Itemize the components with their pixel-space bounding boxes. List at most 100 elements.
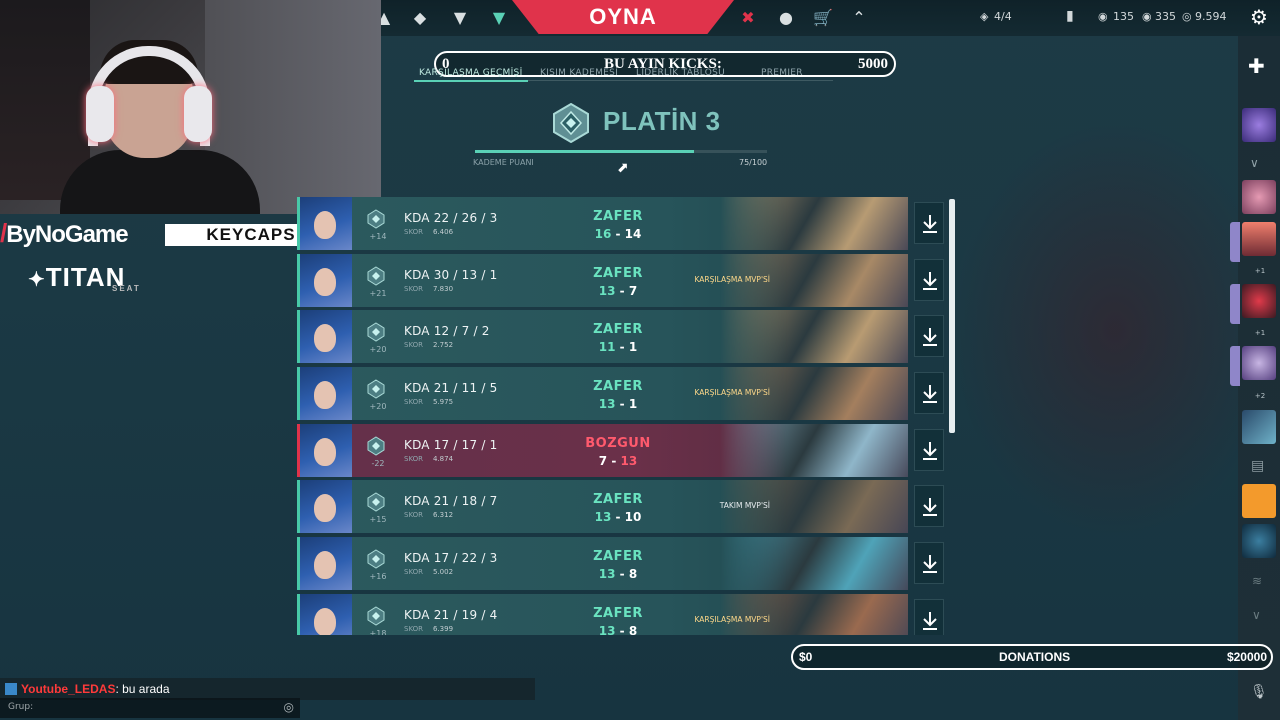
map-thumbnail	[720, 424, 908, 477]
score-label: SKOR	[404, 398, 424, 406]
score-separator: -	[615, 284, 629, 298]
round-score: 11 - 1	[568, 340, 668, 354]
match-row[interactable]: +15 KDA 21 / 18 / 7 SKOR 6.312 ZAFER 13 - 10 T…	[297, 480, 908, 533]
combat-score: 5.002	[433, 568, 454, 576]
sponsor-bynogame-text: ByNoGame	[6, 221, 128, 248]
store-cart-icon[interactable]: 🛒	[813, 8, 833, 28]
combat-score: 7.830	[433, 285, 454, 293]
mvp-badge: KARŞILAŞMA MVP'Sİ	[694, 275, 771, 284]
team-rounds: 11	[598, 340, 616, 354]
tab-leaderboard[interactable]: LİDERLİK TABLOSU	[636, 68, 725, 78]
background-glow	[950, 120, 1280, 540]
match-row[interactable]: +16 KDA 17 / 22 / 3 SKOR 5.002 ZAFER 13 - 8	[297, 537, 908, 590]
rank-rating-fill	[475, 150, 694, 153]
mvp-badge: TAKIM MVP'Sİ	[719, 501, 770, 510]
match-row[interactable]: +18 KDA 21 / 19 / 4 SKOR 6.399 ZAFER 13 - 8 KA…	[297, 594, 908, 635]
friend-avatar-5[interactable]	[1242, 346, 1276, 380]
play-button[interactable]: OYNA	[512, 4, 734, 30]
tab-act-rank[interactable]: KISIM KADEMESİ	[540, 68, 618, 78]
round-score: 13 - 7	[568, 284, 668, 298]
download-replay-button[interactable]	[914, 202, 944, 244]
enemy-rounds: 8	[628, 567, 638, 581]
match-row[interactable]: +20 KDA 12 / 7 / 2 SKOR 2.752 ZAFER 11 - 1	[297, 310, 908, 363]
career-icon[interactable]: ▼	[450, 8, 470, 28]
party-count-2: +1	[1254, 329, 1266, 337]
enemy-rounds: 1	[628, 340, 638, 354]
kingdom-credit-count: 335	[1155, 10, 1176, 23]
friend-avatar-4[interactable]	[1242, 284, 1276, 318]
rank-rating-change: -22	[371, 459, 385, 468]
chat-input[interactable]: Grup: ◎	[0, 698, 300, 718]
combat-score: 5.975	[433, 398, 454, 406]
agent-portrait	[300, 594, 352, 635]
score-label: SKOR	[404, 285, 424, 293]
score-separator: -	[615, 340, 629, 354]
premier-icon[interactable]: ●	[776, 8, 796, 28]
combat-score: 4.874	[433, 455, 454, 463]
party-size-icon: ◈	[980, 10, 989, 23]
friend-avatar-6[interactable]	[1242, 410, 1276, 444]
streamer-webcam	[0, 0, 381, 214]
friend-avatar-7[interactable]	[1242, 484, 1276, 518]
collection-icon[interactable]: ◆	[410, 8, 430, 28]
esports-icon[interactable]: ✖	[738, 8, 758, 28]
combat-score: 2.752	[433, 341, 454, 349]
match-row[interactable]: +14 KDA 22 / 26 / 3 SKOR 6.406 ZAFER 16 - 14	[297, 197, 908, 250]
download-replay-button[interactable]	[914, 372, 944, 414]
tab-match-history[interactable]: KARŞILAŞMA GEÇMİŞİ	[419, 68, 523, 78]
download-replay-button[interactable]	[914, 315, 944, 357]
friend-avatar-2[interactable]	[1242, 180, 1276, 214]
rank-rating-change: +20	[369, 345, 387, 354]
mic-icon[interactable]: 🎙	[1250, 684, 1268, 700]
kda-stat: KDA 21 / 18 / 7	[404, 494, 498, 508]
agent-portrait	[300, 367, 352, 420]
sponsor-bynogame-logo: /ByNoGame	[0, 218, 160, 250]
friends-sidebar: ✚ ∨ +1 +1 +2 ▤ ≋ ∨ 🎙	[1230, 36, 1280, 720]
friend-avatar-8[interactable]	[1242, 524, 1276, 558]
agent-portrait	[300, 310, 352, 363]
download-replay-button[interactable]	[914, 542, 944, 584]
chat-message: Youtube_LEDAS: bu arada	[5, 682, 170, 696]
kda-stat: KDA 21 / 11 / 5	[404, 381, 498, 395]
team-rounds: 13	[598, 567, 616, 581]
collapse-chevron-icon[interactable]: ∨	[1250, 156, 1259, 170]
rank-mini-icon	[367, 549, 385, 569]
add-friend-icon[interactable]: ✚	[1248, 54, 1265, 78]
chat-send-icon[interactable]: ◎	[284, 700, 294, 714]
match-history-list[interactable]: +14 KDA 22 / 26 / 3 SKOR 6.406 ZAFER 16 - 14 +…	[297, 197, 957, 635]
match-row[interactable]: +20 KDA 21 / 11 / 5 SKOR 5.975 ZAFER 13 - 1 KA…	[297, 367, 908, 420]
team-rounds: 13	[598, 624, 616, 635]
wifi-icon: ≋	[1252, 574, 1263, 588]
download-replay-button[interactable]	[914, 599, 944, 635]
rank-mini-icon	[367, 266, 385, 286]
round-score: 13 - 8	[568, 624, 668, 635]
match-row[interactable]: +21 KDA 30 / 13 / 1 SKOR 7.830 ZAFER 13 - 7 KA…	[297, 254, 908, 307]
score-separator: -	[611, 510, 625, 524]
rank-chevrons-icon[interactable]: ⌃	[849, 8, 869, 28]
party-marker-3	[1230, 346, 1240, 386]
download-icon	[923, 555, 937, 573]
settings-gear-icon[interactable]: ⚙	[1250, 5, 1268, 29]
tab-divider	[528, 80, 833, 81]
friend-avatar-1[interactable]	[1242, 108, 1276, 142]
agent-portrait	[300, 480, 352, 533]
card-mini-icon[interactable]: ▤	[1251, 458, 1264, 474]
rank-rating-change: +15	[369, 515, 387, 524]
download-replay-button[interactable]	[914, 259, 944, 301]
tab-premier[interactable]: PREMIER	[761, 68, 803, 78]
enemy-rounds: 14	[624, 227, 642, 241]
kda-stat: KDA 22 / 26 / 3	[404, 211, 498, 225]
kda-stat: KDA 21 / 19 / 4	[404, 608, 498, 622]
download-replay-button[interactable]	[914, 429, 944, 471]
card-icon[interactable]: ▮	[1066, 8, 1074, 24]
battlepass-icon[interactable]: ▼	[489, 8, 509, 28]
match-row[interactable]: -22 KDA 17 / 17 / 1 SKOR 4.874 BOZGUN 7 - 13	[297, 424, 908, 477]
kda-stat: KDA 17 / 22 / 3	[404, 551, 498, 565]
download-replay-button[interactable]	[914, 485, 944, 527]
team-rounds: 13	[594, 510, 612, 524]
chat-panel: Youtube_LEDAS: bu arada Grup: ◎	[0, 678, 535, 720]
score-separator: -	[615, 397, 629, 411]
friend-avatar-3[interactable]	[1242, 222, 1276, 256]
match-list-scrollbar[interactable]	[949, 199, 955, 433]
valorant-points: 9.594	[1195, 10, 1227, 23]
